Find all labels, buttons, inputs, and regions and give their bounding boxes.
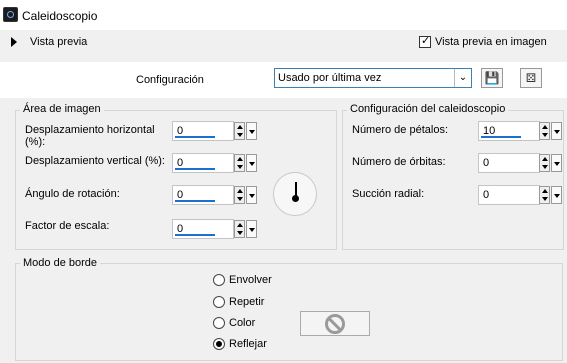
- rotation-spinner[interactable]: [234, 186, 245, 204]
- orbits-spinner[interactable]: [539, 154, 550, 172]
- preview-toggle[interactable]: Vista previa: [30, 36, 87, 48]
- rotation-input[interactable]: 0: [172, 185, 234, 205]
- radio-color[interactable]: [213, 317, 225, 329]
- app-icon: [3, 7, 18, 22]
- save-preset-button[interactable]: 💾: [481, 68, 503, 88]
- radial-dropdown[interactable]: [551, 186, 562, 204]
- petals-spinner[interactable]: [539, 122, 550, 140]
- v-offset-spinner[interactable]: [234, 154, 245, 172]
- chevron-down-icon[interactable]: ⌄: [454, 69, 471, 87]
- radial-spinner[interactable]: [539, 186, 550, 204]
- orbits-input[interactable]: 0: [478, 153, 540, 173]
- petals-input[interactable]: 10: [478, 121, 540, 141]
- petals-slider[interactable]: [481, 136, 521, 138]
- h-offset-dropdown[interactable]: [246, 122, 257, 140]
- radial-label: Succión radial:: [352, 188, 425, 200]
- scale-slider[interactable]: [175, 234, 215, 236]
- v-offset-slider[interactable]: [175, 168, 215, 170]
- rotation-label: Ángulo de rotación:: [25, 188, 120, 200]
- preset-value: Usado por última vez: [278, 72, 382, 84]
- edge-mode-group: [15, 263, 563, 361]
- radial-value: 0: [483, 189, 490, 201]
- v-offset-label: Desplazamiento vertical (%):: [25, 155, 165, 167]
- preview-in-image-label[interactable]: Vista previa en imagen: [435, 36, 547, 48]
- orbits-label: Número de órbitas:: [352, 156, 446, 168]
- radio-reflejar-label[interactable]: Reflejar: [229, 338, 267, 350]
- preview-in-image-checkbox[interactable]: ✓: [419, 35, 431, 48]
- color-swatch-button[interactable]: [300, 311, 370, 336]
- h-offset-slider[interactable]: [175, 136, 215, 138]
- preset-select[interactable]: Usado por última vez ⌄: [274, 68, 472, 88]
- expand-triangle-icon[interactable]: [11, 37, 17, 47]
- petals-label: Número de pétalos:: [352, 124, 448, 136]
- dial-knob: [292, 195, 299, 202]
- scale-spinner[interactable]: [234, 220, 245, 238]
- random-button[interactable]: ⚄: [520, 68, 542, 88]
- checkmark-icon: ✓: [421, 35, 431, 47]
- radio-color-label[interactable]: Color: [229, 317, 255, 329]
- dice-icon: ⚄: [525, 71, 537, 85]
- scale-label: Factor de escala:: [25, 220, 110, 232]
- h-offset-label: Desplazamiento horizontal (%):: [25, 124, 155, 148]
- scale-dropdown[interactable]: [246, 220, 257, 238]
- scale-input[interactable]: 0: [172, 219, 234, 239]
- radio-reflejar[interactable]: [213, 338, 225, 350]
- rotation-slider[interactable]: [175, 200, 215, 202]
- window-title: Caleidoscopio: [22, 9, 98, 23]
- radio-envolver[interactable]: [213, 274, 225, 286]
- radio-envolver-label[interactable]: Envolver: [229, 274, 272, 286]
- orbits-dropdown[interactable]: [551, 154, 562, 172]
- radio-repetir[interactable]: [213, 296, 225, 308]
- orbits-value: 0: [483, 157, 490, 169]
- radio-repetir-label[interactable]: Repetir: [229, 296, 264, 308]
- v-offset-dropdown[interactable]: [246, 154, 257, 172]
- no-color-icon: [325, 314, 345, 334]
- save-icon: 💾: [484, 71, 500, 85]
- rotation-dropdown[interactable]: [246, 186, 257, 204]
- radial-input[interactable]: 0: [478, 185, 540, 205]
- h-offset-input[interactable]: 0: [172, 121, 234, 141]
- petals-dropdown[interactable]: [551, 122, 562, 140]
- v-offset-input[interactable]: 0: [172, 153, 234, 173]
- kaleidoscope-title: Configuración del caleidoscopio: [347, 103, 509, 115]
- config-label: Configuración: [136, 74, 204, 86]
- edge-mode-title: Modo de borde: [20, 257, 100, 269]
- image-area-title: Área de imagen: [20, 103, 104, 115]
- h-offset-spinner[interactable]: [234, 122, 245, 140]
- rotation-dial[interactable]: [273, 172, 317, 216]
